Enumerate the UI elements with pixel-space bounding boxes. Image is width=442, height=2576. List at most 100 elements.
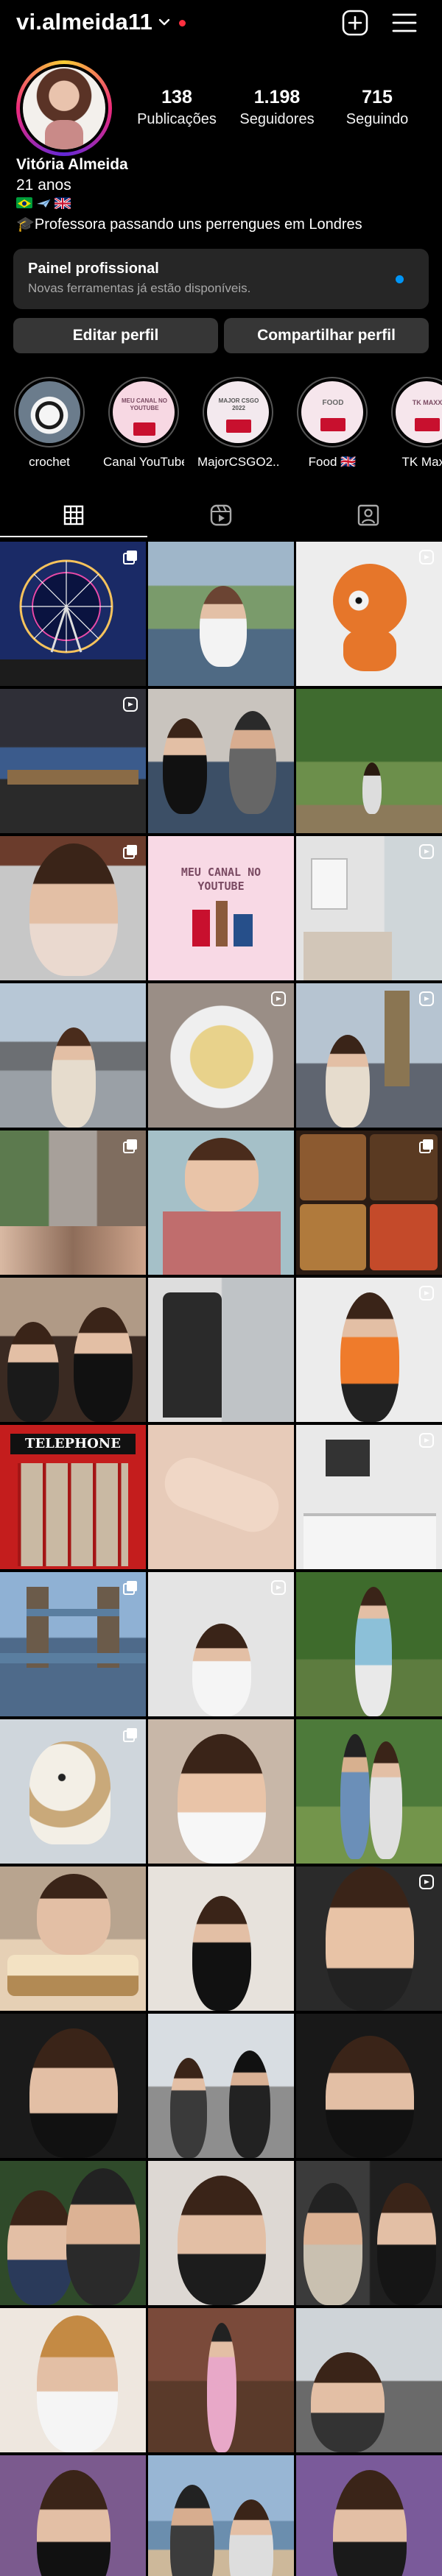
- grid-post[interactable]: [0, 1866, 146, 2011]
- grid-post[interactable]: [296, 1866, 442, 2011]
- grid-post[interactable]: [148, 1425, 294, 1569]
- professional-dashboard-panel[interactable]: Painel profissional Novas ferramentas já…: [13, 249, 429, 309]
- person-figure: [340, 1292, 399, 1422]
- person-figure: [7, 2190, 74, 2305]
- person-figure: [170, 2485, 214, 2576]
- reel-icon: [419, 1433, 434, 1448]
- grid-post[interactable]: [296, 1425, 442, 1569]
- tab-tagged[interactable]: [295, 493, 442, 537]
- flag-brazil-icon: [16, 197, 32, 208]
- grid-post[interactable]: [148, 2014, 294, 2158]
- grid-post[interactable]: [0, 836, 146, 980]
- grid-post[interactable]: [0, 1278, 146, 1422]
- grid-post[interactable]: [148, 1130, 294, 1275]
- restaurant-image: [7, 770, 138, 785]
- grid-post[interactable]: [0, 1572, 146, 1716]
- food-plate-image: [163, 1005, 281, 1108]
- person-figure: [326, 2036, 414, 2158]
- grid-post[interactable]: [148, 689, 294, 833]
- chevron-down-icon[interactable]: [158, 15, 171, 29]
- grid-post[interactable]: MEU CANAL NO YOUTUBE: [148, 836, 294, 980]
- tagged-icon: [357, 504, 379, 526]
- person-figure: [304, 2183, 362, 2305]
- create-post-icon[interactable]: [341, 9, 369, 37]
- person-figure: [377, 2183, 436, 2305]
- grid-post[interactable]: [0, 1719, 146, 1864]
- highlight-major-csgo[interactable]: MAJOR CSGO 2022 MajorCSGO2...: [197, 377, 278, 470]
- grid-post[interactable]: [296, 2455, 442, 2576]
- youtube-post-title: MEU CANAL NO YOUTUBE: [180, 866, 262, 893]
- grid-post[interactable]: [296, 1278, 442, 1422]
- grid-icon: [63, 505, 84, 526]
- grid-post[interactable]: [0, 2455, 146, 2576]
- highlight-crochet[interactable]: crochet: [9, 377, 90, 470]
- share-profile-button[interactable]: Compartilhar perfil: [224, 318, 429, 353]
- tab-grid[interactable]: [0, 493, 147, 537]
- grid-post[interactable]: [0, 2014, 146, 2158]
- profile-age: 21 anos: [16, 177, 71, 194]
- highlight-food[interactable]: FOOD Food 🇬🇧: [292, 377, 373, 470]
- reel-icon: [271, 1580, 286, 1595]
- bio-emoji-row: [16, 197, 71, 210]
- grid-post[interactable]: [0, 542, 146, 686]
- carousel-icon: [123, 551, 137, 565]
- grid-post[interactable]: [296, 1572, 442, 1716]
- panel-title: Painel profissional: [28, 261, 159, 277]
- grid-post[interactable]: [148, 1572, 294, 1716]
- grid-post[interactable]: [148, 2455, 294, 2576]
- grid-post[interactable]: [148, 2161, 294, 2305]
- grid-post[interactable]: [0, 2308, 146, 2452]
- stat-followers[interactable]: 1.198 Seguidores: [225, 87, 329, 128]
- grid-post[interactable]: [0, 983, 146, 1128]
- person-figure: [163, 718, 207, 814]
- profile-full-name: Vitória Almeida: [16, 156, 128, 173]
- grid-post[interactable]: [148, 1866, 294, 2011]
- grid-post[interactable]: [296, 1719, 442, 1864]
- hand-ring-image: [157, 1450, 287, 1540]
- profile-avatar[interactable]: [16, 60, 112, 156]
- reel-icon: [123, 697, 138, 712]
- menu-icon[interactable]: [390, 10, 418, 35]
- stat-following[interactable]: 715 Seguindo: [326, 87, 429, 128]
- grid-post[interactable]: [148, 1719, 294, 1864]
- grid-post[interactable]: TELEPHONE: [0, 1425, 146, 1569]
- telephone-sign: TELEPHONE: [10, 1434, 136, 1454]
- person-figure: [229, 711, 276, 814]
- grid-post[interactable]: [296, 983, 442, 1128]
- grid-post[interactable]: [296, 2308, 442, 2452]
- grid-post[interactable]: [148, 542, 294, 686]
- grid-post[interactable]: [0, 2161, 146, 2305]
- grid-post[interactable]: [296, 1130, 442, 1275]
- person-figure: [192, 1896, 251, 2011]
- reel-icon: [419, 550, 434, 565]
- reels-icon: [210, 504, 232, 526]
- grid-post[interactable]: [148, 2308, 294, 2452]
- cake-image: [7, 1955, 138, 1996]
- person-figure: [370, 1741, 402, 1859]
- grid-post[interactable]: [296, 689, 442, 833]
- person-figure: [29, 2028, 118, 2158]
- highlight-canal-youtube[interactable]: MEU CANAL NO YOUTUBE Canal YouTube: [103, 377, 184, 470]
- edit-profile-button[interactable]: Editar perfil: [13, 318, 218, 353]
- username-title[interactable]: vi.almeida11: [16, 9, 152, 35]
- new-indicator-dot: [396, 275, 404, 283]
- grid-post[interactable]: [296, 836, 442, 980]
- person-figure: [74, 1307, 133, 1422]
- person-figure: [229, 2050, 270, 2158]
- grid-post[interactable]: [148, 983, 294, 1128]
- highlight-tk-maxx[interactable]: TK MAXX TK Maxx: [386, 377, 442, 470]
- carousel-icon: [123, 845, 137, 859]
- person-figure: [362, 762, 382, 814]
- stat-posts[interactable]: 138 Publicações: [125, 87, 228, 128]
- airplane-icon: [35, 197, 52, 208]
- grid-post[interactable]: [148, 1278, 294, 1422]
- grid-post[interactable]: [296, 2161, 442, 2305]
- grid-post[interactable]: [296, 542, 442, 686]
- grid-post[interactable]: [0, 1130, 146, 1275]
- person-figure: [200, 586, 247, 667]
- person-figure: [37, 1874, 110, 1955]
- person-figure: [37, 2470, 110, 2576]
- grid-post[interactable]: [296, 2014, 442, 2158]
- grid-post[interactable]: [0, 689, 146, 833]
- tab-reels[interactable]: [147, 493, 295, 537]
